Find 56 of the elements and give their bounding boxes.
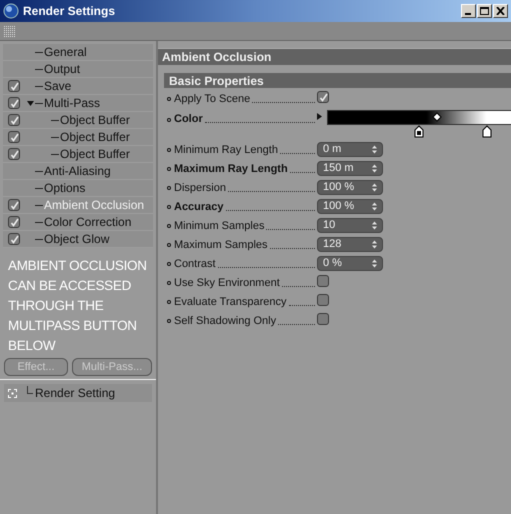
checkbox[interactable] (8, 97, 20, 109)
checkbox[interactable] (8, 216, 20, 228)
group-header: Basic Properties (164, 73, 511, 88)
checkbox[interactable] (317, 294, 329, 306)
checkbox[interactable] (8, 233, 20, 245)
spinner-arrows-icon[interactable] (372, 240, 377, 249)
number-field[interactable]: 128 (317, 237, 383, 252)
grip-icon[interactable] (4, 26, 16, 36)
checkbox[interactable] (8, 80, 20, 92)
param-label: Use Sky Environment (174, 276, 280, 291)
close-icon (496, 7, 505, 15)
expand-arrow-icon[interactable] (317, 113, 322, 120)
note-text: AMBIENT OCCLUSION CAN BE ACCESSED THROUGH THE MULTIPASS BUTTON BELOW (7, 257, 148, 355)
param-label: Minimum Samples (174, 219, 264, 234)
spinner-arrows-icon[interactable] (372, 145, 377, 154)
window-title: Render Settings (23, 3, 116, 20)
number-field[interactable]: 100 % (317, 199, 383, 214)
panel-header: Ambient Occlusion (158, 48, 511, 65)
param-label: Maximum Ray Length (174, 162, 288, 177)
number-field[interactable]: 0 % (317, 256, 383, 271)
checkbox[interactable] (317, 91, 329, 103)
number-field[interactable]: 10 (317, 218, 383, 233)
param-label: Maximum Samples (174, 238, 268, 253)
app-icon (3, 3, 19, 19)
tree-item[interactable]: Options (44, 182, 86, 194)
param-label: Dispersion (174, 181, 226, 196)
checkbox[interactable] (8, 131, 20, 143)
spinner-arrows-icon[interactable] (372, 183, 377, 192)
number-field[interactable]: 0 m (317, 142, 383, 157)
spinner-arrows-icon[interactable] (372, 259, 377, 268)
spinner-arrows-icon[interactable] (372, 221, 377, 230)
param-label: Accuracy (174, 200, 224, 215)
expand-arrow-icon[interactable] (26, 100, 34, 106)
param-label: Contrast (174, 257, 216, 272)
minimize-button[interactable] (461, 4, 476, 18)
checkbox[interactable] (8, 114, 20, 126)
expand-icon[interactable] (8, 388, 17, 398)
checkbox[interactable] (8, 199, 20, 211)
close-button[interactable] (493, 4, 508, 18)
param-label: Color (174, 112, 203, 128)
checkbox[interactable] (317, 275, 329, 287)
tree-item[interactable]: Output (44, 63, 80, 75)
param-label: Apply To Scene (174, 92, 250, 107)
param-label: Evaluate Transparency (174, 295, 287, 310)
tree-item[interactable]: Save (44, 80, 72, 92)
maximize-button[interactable] (477, 4, 492, 18)
maximize-icon (480, 7, 489, 15)
number-field[interactable]: 150 m (317, 161, 383, 176)
param-label: Minimum Ray Length (174, 143, 278, 158)
checkbox[interactable] (317, 313, 329, 325)
gradient-editor[interactable] (327, 110, 511, 138)
param-label: Self Shadowing Only (174, 314, 276, 329)
spinner-arrows-icon[interactable] (372, 202, 377, 211)
spinner-arrows-icon[interactable] (372, 164, 377, 173)
number-field[interactable]: 100 % (317, 180, 383, 195)
checkbox[interactable] (8, 148, 20, 160)
